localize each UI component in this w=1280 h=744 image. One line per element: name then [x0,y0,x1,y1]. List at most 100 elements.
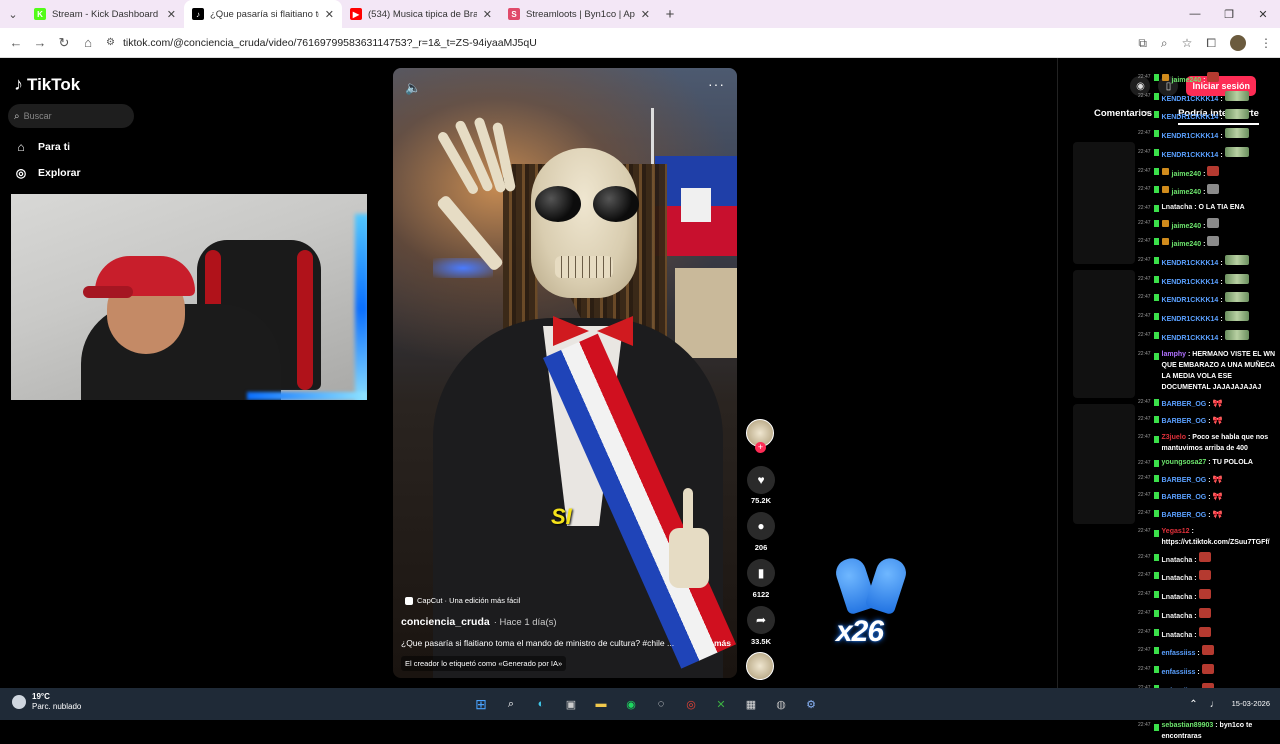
steam-icon[interactable]: ⚙ [800,693,822,715]
like-heart-icon[interactable]: ♥ [747,466,775,494]
chat-badge-icon [1153,435,1159,443]
close-tab-icon[interactable]: ✕ [483,8,492,21]
whatsapp-icon[interactable]: ◌ [650,693,672,715]
chat-emote-icon [1224,146,1249,157]
forward-icon[interactable]: → [28,35,52,50]
zoom-icon[interactable]: ⌕ [1161,36,1168,51]
chrome-icon[interactable]: ◎ [680,693,702,715]
store-icon[interactable]: ▣ [560,693,582,715]
search-input[interactable]: ⌕ Buscar [8,104,134,128]
new-tab-button[interactable]: + [658,6,682,23]
close-tab-icon[interactable]: ✕ [325,8,334,21]
close-tab-icon[interactable]: ✕ [167,8,176,21]
bookmark-star-icon[interactable]: ☆ [1182,36,1193,50]
chat-username: BARBER_OG [1161,476,1207,484]
chat-text: : [1208,476,1211,484]
chat-emote-icon [1224,109,1249,120]
tab-search-icon[interactable]: ⌄ [0,0,26,28]
browser-tab[interactable]: ▶ (534) Musica tipica de Brasil en ✕ [342,0,500,28]
follow-plus-icon[interactable]: + [755,442,766,453]
browser-tab[interactable]: K Stream - Kick Dashboard ✕ [26,0,184,28]
bookmark-icon[interactable]: ▮ [747,559,775,587]
chat-text: : [1220,297,1223,305]
tiktok-logo[interactable]: ♪ TikTok [14,74,80,95]
close-window-icon[interactable]: ✕ [1246,0,1280,28]
chat-badge-icon [1153,204,1159,212]
restore-icon[interactable]: ❐ [1212,0,1246,28]
chat-username: Lnatacha [1161,203,1193,211]
search-icon[interactable]: ⌕ [500,693,522,715]
comment-icon[interactable]: ● [747,512,775,540]
nav-for-you[interactable]: ⌂ Para ti [14,140,70,154]
browser-tab[interactable]: S Streamloots | Byn1co | Apóyam ✕ [500,0,658,28]
chat-time: 22:47 [1138,665,1151,672]
chat-message: 22:47 Lnatacha: [1138,625,1278,644]
home-icon[interactable]: ⌂ [76,35,100,50]
nav-explore[interactable]: ◎ Explorar [14,166,81,180]
obs-icon[interactable]: ◍ [770,693,792,715]
edge-icon[interactable]: ◐ [530,693,552,715]
browser-menu-icon[interactable]: ⋮ [1260,36,1272,50]
music-disc-avatar[interactable] [746,652,774,680]
volume-icon[interactable]: 🔈 [405,80,421,96]
date-text: 15-03-2026 [1231,699,1270,708]
close-tab-icon[interactable]: ✕ [641,8,650,21]
mic-icon[interactable]: ♩ [1210,699,1220,710]
capcut-anchor[interactable]: CapCut · Una edición más fácil [405,596,520,605]
chat-badge-icon [1153,609,1159,617]
sub-badge-icon [1161,74,1169,81]
weather-cloud-icon [12,695,26,709]
url-field[interactable]: ⚙ tiktok.com/@conciencia_cruda/video/761… [106,32,1106,54]
xbox-icon[interactable]: ✕ [710,693,732,715]
chat-badge-icon [1153,186,1159,194]
chat-emote-icon [1198,607,1211,618]
capture-icon[interactable]: ▦ [740,693,762,715]
reload-icon[interactable]: ↻ [52,35,76,51]
browser-tab[interactable]: ♪ ¿Que pasaría si flaitiano toma e ✕ [184,0,342,28]
folder-icon[interactable]: ▬ [590,693,612,715]
install-icon[interactable]: ⧉ [1138,36,1147,51]
back-icon[interactable]: ← [4,35,28,50]
site-info-icon[interactable]: ⚙ [106,37,115,48]
chat-text: : [1197,668,1200,676]
chat-message: 22:47 KENDR1CKKK14: [1138,328,1278,347]
chat-message: 22:47 Lnatacha: [1138,606,1278,625]
chat-text: : [1203,241,1206,249]
recommended-card[interactable] [1073,142,1135,264]
recommended-card[interactable] [1073,404,1135,524]
spotify-icon[interactable]: ◉ [620,693,642,715]
browser-tab-bar: ⌄ K Stream - Kick Dashboard ✕ ♪ ¿Que pasaría… [0,0,1280,28]
minimize-icon[interactable]: — [1178,0,1212,28]
share-icon[interactable]: ➦ [747,606,775,634]
profile-avatar[interactable] [1230,35,1246,51]
weather-widget[interactable]: 19°C Parc. nublado [12,692,81,712]
chat-time: 22:47 [1138,628,1151,635]
chat-badge-icon [1153,492,1159,500]
tray-chevron-icon[interactable]: ⌃ [1189,699,1197,710]
tiktok-page: ♪ TikTok ⌕ Buscar ⌂ Para ti ◎ Explorar 🔈… [0,58,1280,688]
chat-username: Lnatacha [1161,612,1193,620]
chat-message: 22:47 sebastian89903: byn1co te encontrar… [1138,720,1278,742]
chat-time: 22:47 [1138,92,1151,99]
more-link[interactable]: más [714,638,731,648]
chat-text: : [1220,114,1223,122]
chat-time: 22:47 [1138,167,1151,174]
start-icon[interactable]: ⊞ [470,693,492,715]
chat-text: : [1220,151,1223,159]
url-text: tiktok.com/@conciencia_cruda/video/76169… [122,36,537,49]
chat-badge-icon [1153,416,1159,424]
video-more-icon[interactable]: ··· [708,76,725,92]
recommended-card[interactable] [1073,270,1135,398]
chat-text: : [1194,556,1197,564]
chat-badge-icon [1153,275,1159,283]
video-author[interactable]: conciencia_cruda · Hace 1 día(s) [401,616,557,628]
chat-username: jaime240 [1171,170,1202,178]
extensions-icon[interactable]: ⧠ [1206,36,1216,51]
chat-badge-icon [1153,130,1159,138]
clock[interactable]: 15-03-2026 [1232,699,1270,709]
chat-badge-icon [1153,628,1159,636]
chat-emote-icon [1198,551,1211,562]
chat-message: 22:47 KENDR1CKKK14: [1138,126,1278,145]
chat-text: : O LA TIA ENA [1194,203,1245,211]
video-player[interactable]: 🔈 ··· SI CapCut · Una edición más fácil … [393,68,737,678]
